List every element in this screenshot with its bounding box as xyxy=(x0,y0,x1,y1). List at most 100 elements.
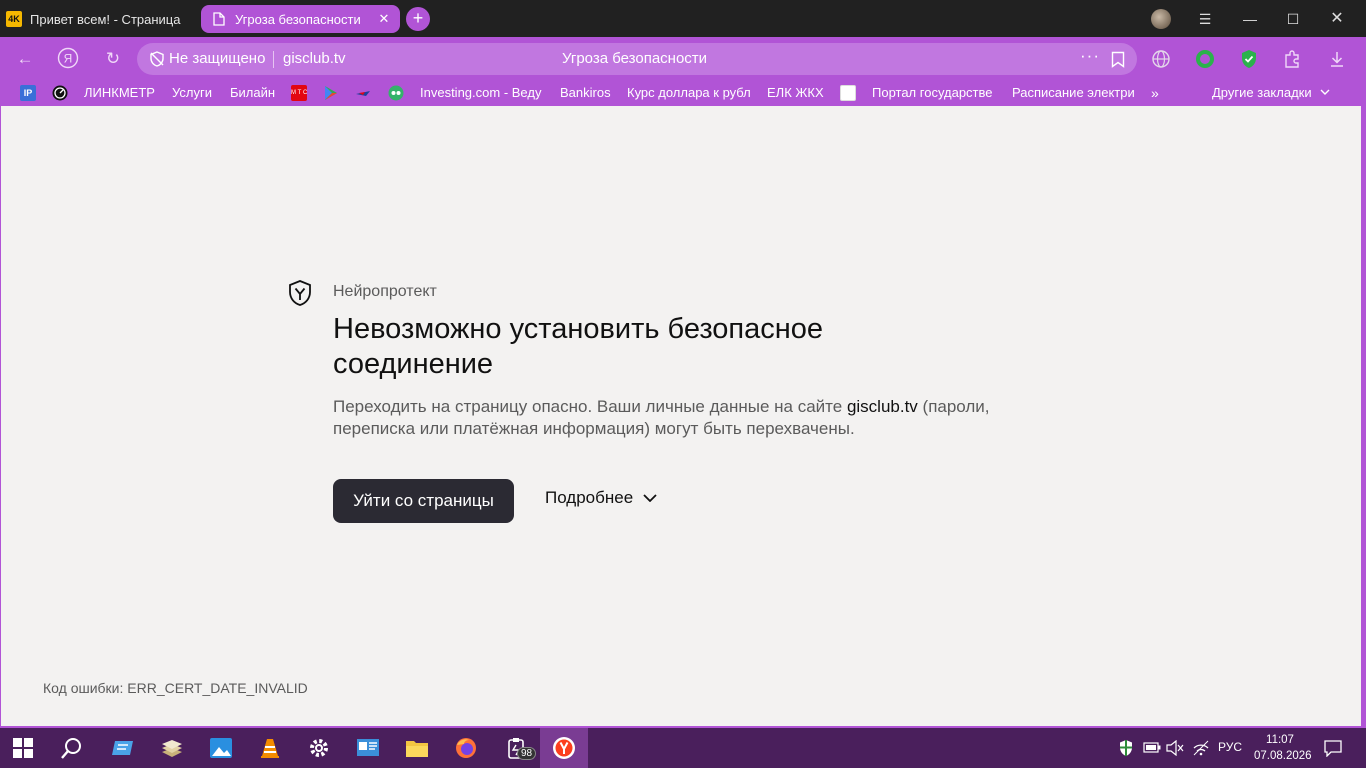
extension-ring-icon[interactable] xyxy=(1195,49,1215,69)
notification-badge: 98 xyxy=(517,747,537,760)
bookmark-green[interactable] xyxy=(388,85,404,101)
globe-icon[interactable] xyxy=(1151,49,1171,69)
notifications-icon[interactable] xyxy=(1324,739,1342,757)
error-code: Код ошибки: ERR_CERT_DATE_INVALID xyxy=(43,680,308,696)
page-title: Угроза безопасности xyxy=(562,50,708,67)
clock-date: 07.08.2026 xyxy=(1254,750,1312,762)
warning-heading: Невозможно установить безопасное соедине… xyxy=(333,313,824,380)
bookmark-schedule[interactable]: Расписание электри xyxy=(1012,85,1136,100)
bookmark-label: ЛИНКМЕТР xyxy=(84,85,155,100)
page-icon xyxy=(213,12,225,26)
bookmark-label: Расписание электри xyxy=(1012,85,1135,100)
ip-icon: IP xyxy=(20,85,36,101)
defender-shield-icon[interactable] xyxy=(1118,739,1134,757)
bookmark-beeline[interactable]: Билайн xyxy=(230,85,275,100)
tab-close-icon[interactable]: ✕ xyxy=(374,11,394,27)
bookmark-mts[interactable]: М Т С xyxy=(291,85,307,101)
bookmark-uslugi[interactable]: Услуги xyxy=(172,85,212,100)
yandex-button[interactable]: Я xyxy=(56,47,80,71)
address-bar[interactable]: Не защищено gisclub.tv Угроза безопаснос… xyxy=(137,43,1137,75)
leave-page-button[interactable]: Уйти со страницы xyxy=(333,479,514,523)
bookmark-label: Билайн xyxy=(230,85,276,100)
tab-active[interactable]: Угроза безопасности ✕ xyxy=(201,5,400,33)
photos-app-icon[interactable] xyxy=(209,736,233,760)
yandex-browser-icon xyxy=(553,737,575,759)
neuroprotect-shield-icon xyxy=(289,280,311,306)
bookmark-label: Портал государстве xyxy=(872,85,993,100)
back-button[interactable]: ← xyxy=(13,47,37,71)
security-label[interactable]: Не защищено xyxy=(169,50,265,67)
firefox-icon[interactable] xyxy=(454,736,478,760)
downloads-icon[interactable] xyxy=(1327,49,1347,69)
close-window-icon[interactable]: ✕ xyxy=(1322,6,1352,32)
bookmark-play[interactable] xyxy=(323,85,339,101)
bookmark-linkmetr[interactable]: ЛИНКМЕТР xyxy=(84,85,155,100)
maximize-icon[interactable]: ☐ xyxy=(1278,6,1308,32)
yandex-browser-taskbar[interactable] xyxy=(540,728,588,768)
airline-icon xyxy=(356,91,370,96)
bookmark-label: Курс доллара к рубл xyxy=(627,85,750,100)
bookmark-ip[interactable]: IP xyxy=(20,85,36,101)
battery-icon[interactable] xyxy=(1143,742,1161,753)
details-button[interactable]: Подробнее xyxy=(545,488,657,508)
tab-title: Привет всем! - Страница xyxy=(30,11,181,27)
remote-desktop-icon[interactable] xyxy=(111,736,135,760)
svg-text:Я: Я xyxy=(64,52,73,66)
warning-description: Переходить на страницу опасно. Ваши личн… xyxy=(333,396,1033,440)
bookmarks-bar: IP ЛИНКМЕТР Услуги Билайн М Т С Investin… xyxy=(0,81,1366,106)
bookmark-elk[interactable]: ЕЛК ЖКХ xyxy=(767,85,824,100)
chevron-down-icon xyxy=(1320,89,1330,95)
bookmark-icon[interactable] xyxy=(1111,51,1125,68)
vlc-icon[interactable] xyxy=(258,736,282,760)
menu-icon[interactable]: ☰ xyxy=(1190,6,1220,32)
bookmark-dollar[interactable]: Курс доллара к рубл xyxy=(627,85,750,100)
yandex-icon: Я xyxy=(57,47,79,69)
chevron-down-icon xyxy=(643,494,657,502)
taskbar-app-badged[interactable]: 98 xyxy=(503,728,537,768)
brand-label: Нейропротект xyxy=(333,283,437,300)
profile-avatar[interactable] xyxy=(1151,9,1171,29)
wifi-icon[interactable] xyxy=(1192,740,1210,756)
stack-app-icon[interactable] xyxy=(160,736,184,760)
tab-title: Угроза безопасности xyxy=(235,11,361,27)
tab-favicon: 4K xyxy=(6,11,22,27)
extensions-icon[interactable] xyxy=(1283,49,1303,69)
bookmark-label: Услуги xyxy=(172,85,212,100)
bookmark-investing[interactable]: Investing.com - Веду xyxy=(420,85,542,100)
bookmark-gosportal[interactable]: Портал государстве xyxy=(872,85,995,100)
file-explorer-icon[interactable] xyxy=(405,736,429,760)
toolbar: ← Я ↻ Не защищено gisclub.tv Угроза безо… xyxy=(0,37,1366,81)
settings-gear-icon[interactable] xyxy=(307,736,331,760)
bookmark-plane[interactable] xyxy=(355,85,371,101)
minimize-icon[interactable]: — xyxy=(1235,6,1265,32)
new-tab-button[interactable]: + xyxy=(406,7,430,31)
control-panel-icon[interactable] xyxy=(356,736,380,760)
site-icon xyxy=(840,85,856,101)
bookmark-speedtest[interactable] xyxy=(52,85,68,101)
other-bookmarks-label: Другие закладки xyxy=(1212,85,1312,100)
mts-icon: М Т С xyxy=(291,85,307,101)
bookmark-label: Bankiros xyxy=(560,85,611,100)
tab-strip: 4K Привет всем! - Страница Угроза безопа… xyxy=(0,0,1366,37)
search-icon[interactable] xyxy=(60,736,84,760)
language-indicator[interactable]: РУС xyxy=(1218,740,1242,754)
desc-host: gisclub.tv xyxy=(846,397,918,416)
tab-inactive[interactable]: 4K Привет всем! - Страница xyxy=(6,5,196,33)
reload-button[interactable]: ↻ xyxy=(101,47,125,71)
taskbar: 98 РУС 11:07 07.08.2026 xyxy=(0,728,1366,768)
tripadvisor-icon xyxy=(388,85,404,101)
windows-start-icon[interactable] xyxy=(13,738,33,758)
protect-shield-icon[interactable] xyxy=(1239,49,1259,69)
clock[interactable]: 11:07 07.08.2026 xyxy=(1254,732,1312,764)
divider xyxy=(273,51,274,68)
play-store-icon xyxy=(325,86,337,100)
details-label: Подробнее xyxy=(545,488,634,507)
bookmark-white[interactable] xyxy=(840,85,856,101)
bookmark-bankiros[interactable]: Bankiros xyxy=(560,85,611,100)
other-bookmarks[interactable]: Другие закладки xyxy=(1212,85,1330,100)
more-bookmarks-icon[interactable]: » xyxy=(1151,85,1159,101)
volume-muted-icon[interactable] xyxy=(1166,740,1184,756)
bookmark-label: ЕЛК ЖКХ xyxy=(767,85,824,100)
url-text[interactable]: gisclub.tv xyxy=(283,50,346,67)
more-icon[interactable]: ··· xyxy=(1080,46,1100,66)
